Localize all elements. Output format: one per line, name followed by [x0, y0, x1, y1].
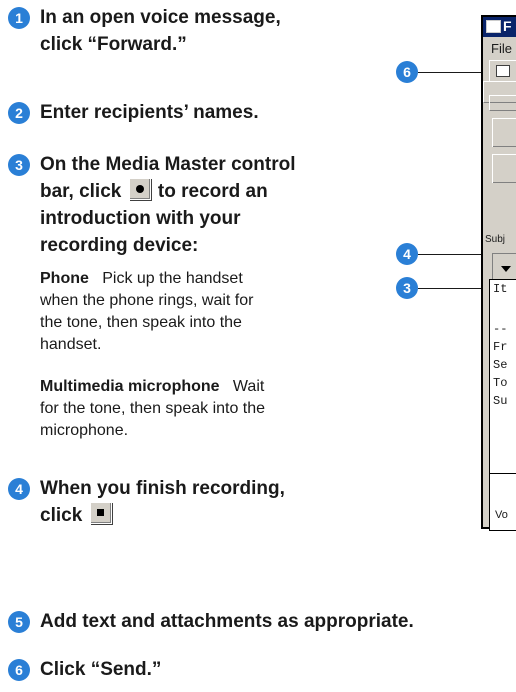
- to-field[interactable]: [492, 118, 516, 147]
- attachment-pane[interactable]: Vo: [489, 473, 516, 531]
- step-5-text: Add text and attachments as appropriate.: [40, 611, 414, 632]
- send-button-icon[interactable]: [496, 65, 510, 77]
- step-number-badge: 1: [8, 7, 30, 29]
- step-number-badge: 4: [8, 478, 30, 500]
- phone-line-1: Pick up the handset: [102, 270, 243, 287]
- step-number-badge: 6: [8, 659, 30, 681]
- phone-term: Phone: [40, 270, 89, 287]
- toolbar: [489, 60, 516, 82]
- step-6-text: Click “Send.”: [40, 659, 162, 680]
- callout-badge: 3: [396, 277, 418, 299]
- window-title: F: [503, 18, 512, 34]
- record-button-icon: [128, 178, 151, 200]
- stop-button-icon: [89, 502, 112, 524]
- menubar: File: [483, 38, 516, 58]
- subject-label: Subj: [485, 234, 506, 245]
- microphone-term: Multimedia microphone: [40, 378, 220, 395]
- editor-line: Se: [493, 358, 508, 372]
- phone-line-3: the tone, then speak into the: [40, 314, 242, 331]
- step-3-line-2-post: to record an: [157, 181, 268, 202]
- step-1-line-2: click “Forward.”: [40, 34, 187, 55]
- microphone-description: Multimedia microphone Wait for the tone,…: [40, 376, 290, 442]
- microphone-line-3: microphone.: [40, 422, 129, 439]
- step-3-line-2-pre: bar, click: [40, 181, 122, 202]
- editor-line: Fr: [493, 340, 508, 354]
- mail-icon: [486, 20, 501, 33]
- step-4-line-1: When you finish recording,: [40, 478, 285, 499]
- step-3-line-1: On the Media Master control: [40, 154, 296, 175]
- window-titlebar: F: [483, 17, 516, 37]
- microphone-line-1: Wait: [232, 378, 265, 395]
- attachment-label: Vo: [495, 509, 508, 521]
- phone-line-4: handset.: [40, 336, 102, 353]
- phone-line-2: when the phone rings, wait for: [40, 292, 254, 309]
- step-number-badge: 5: [8, 611, 30, 633]
- address-toolbar: [489, 95, 516, 111]
- step-2-text: Enter recipients’ names.: [40, 102, 259, 123]
- editor-line: It: [493, 282, 508, 296]
- editor-line: Su: [493, 394, 508, 408]
- step-3-line-4: recording device:: [40, 235, 199, 256]
- step-number-badge: 2: [8, 102, 30, 124]
- step-1-line-1: In an open voice message,: [40, 7, 281, 28]
- callout-line: [418, 72, 488, 73]
- editor-line: To: [493, 376, 508, 390]
- message-body[interactable]: It -- Fr Se To Su: [489, 279, 516, 479]
- menu-file[interactable]: File: [491, 41, 512, 56]
- phone-description: Phone Pick up the handset when the phone…: [40, 268, 290, 356]
- cc-field[interactable]: [492, 154, 516, 183]
- microphone-line-2: for the tone, then speak into the: [40, 400, 266, 417]
- editor-line: --: [493, 322, 508, 336]
- callout-badge: 4: [396, 243, 418, 265]
- callout-badge: 6: [396, 61, 418, 83]
- step-3-line-3: introduction with your: [40, 208, 241, 229]
- step-number-badge: 3: [8, 154, 30, 176]
- forward-message-window: F File Subj It -- Fr Se To Su Vo: [481, 15, 516, 531]
- step-4-line-2-pre: click: [40, 505, 83, 526]
